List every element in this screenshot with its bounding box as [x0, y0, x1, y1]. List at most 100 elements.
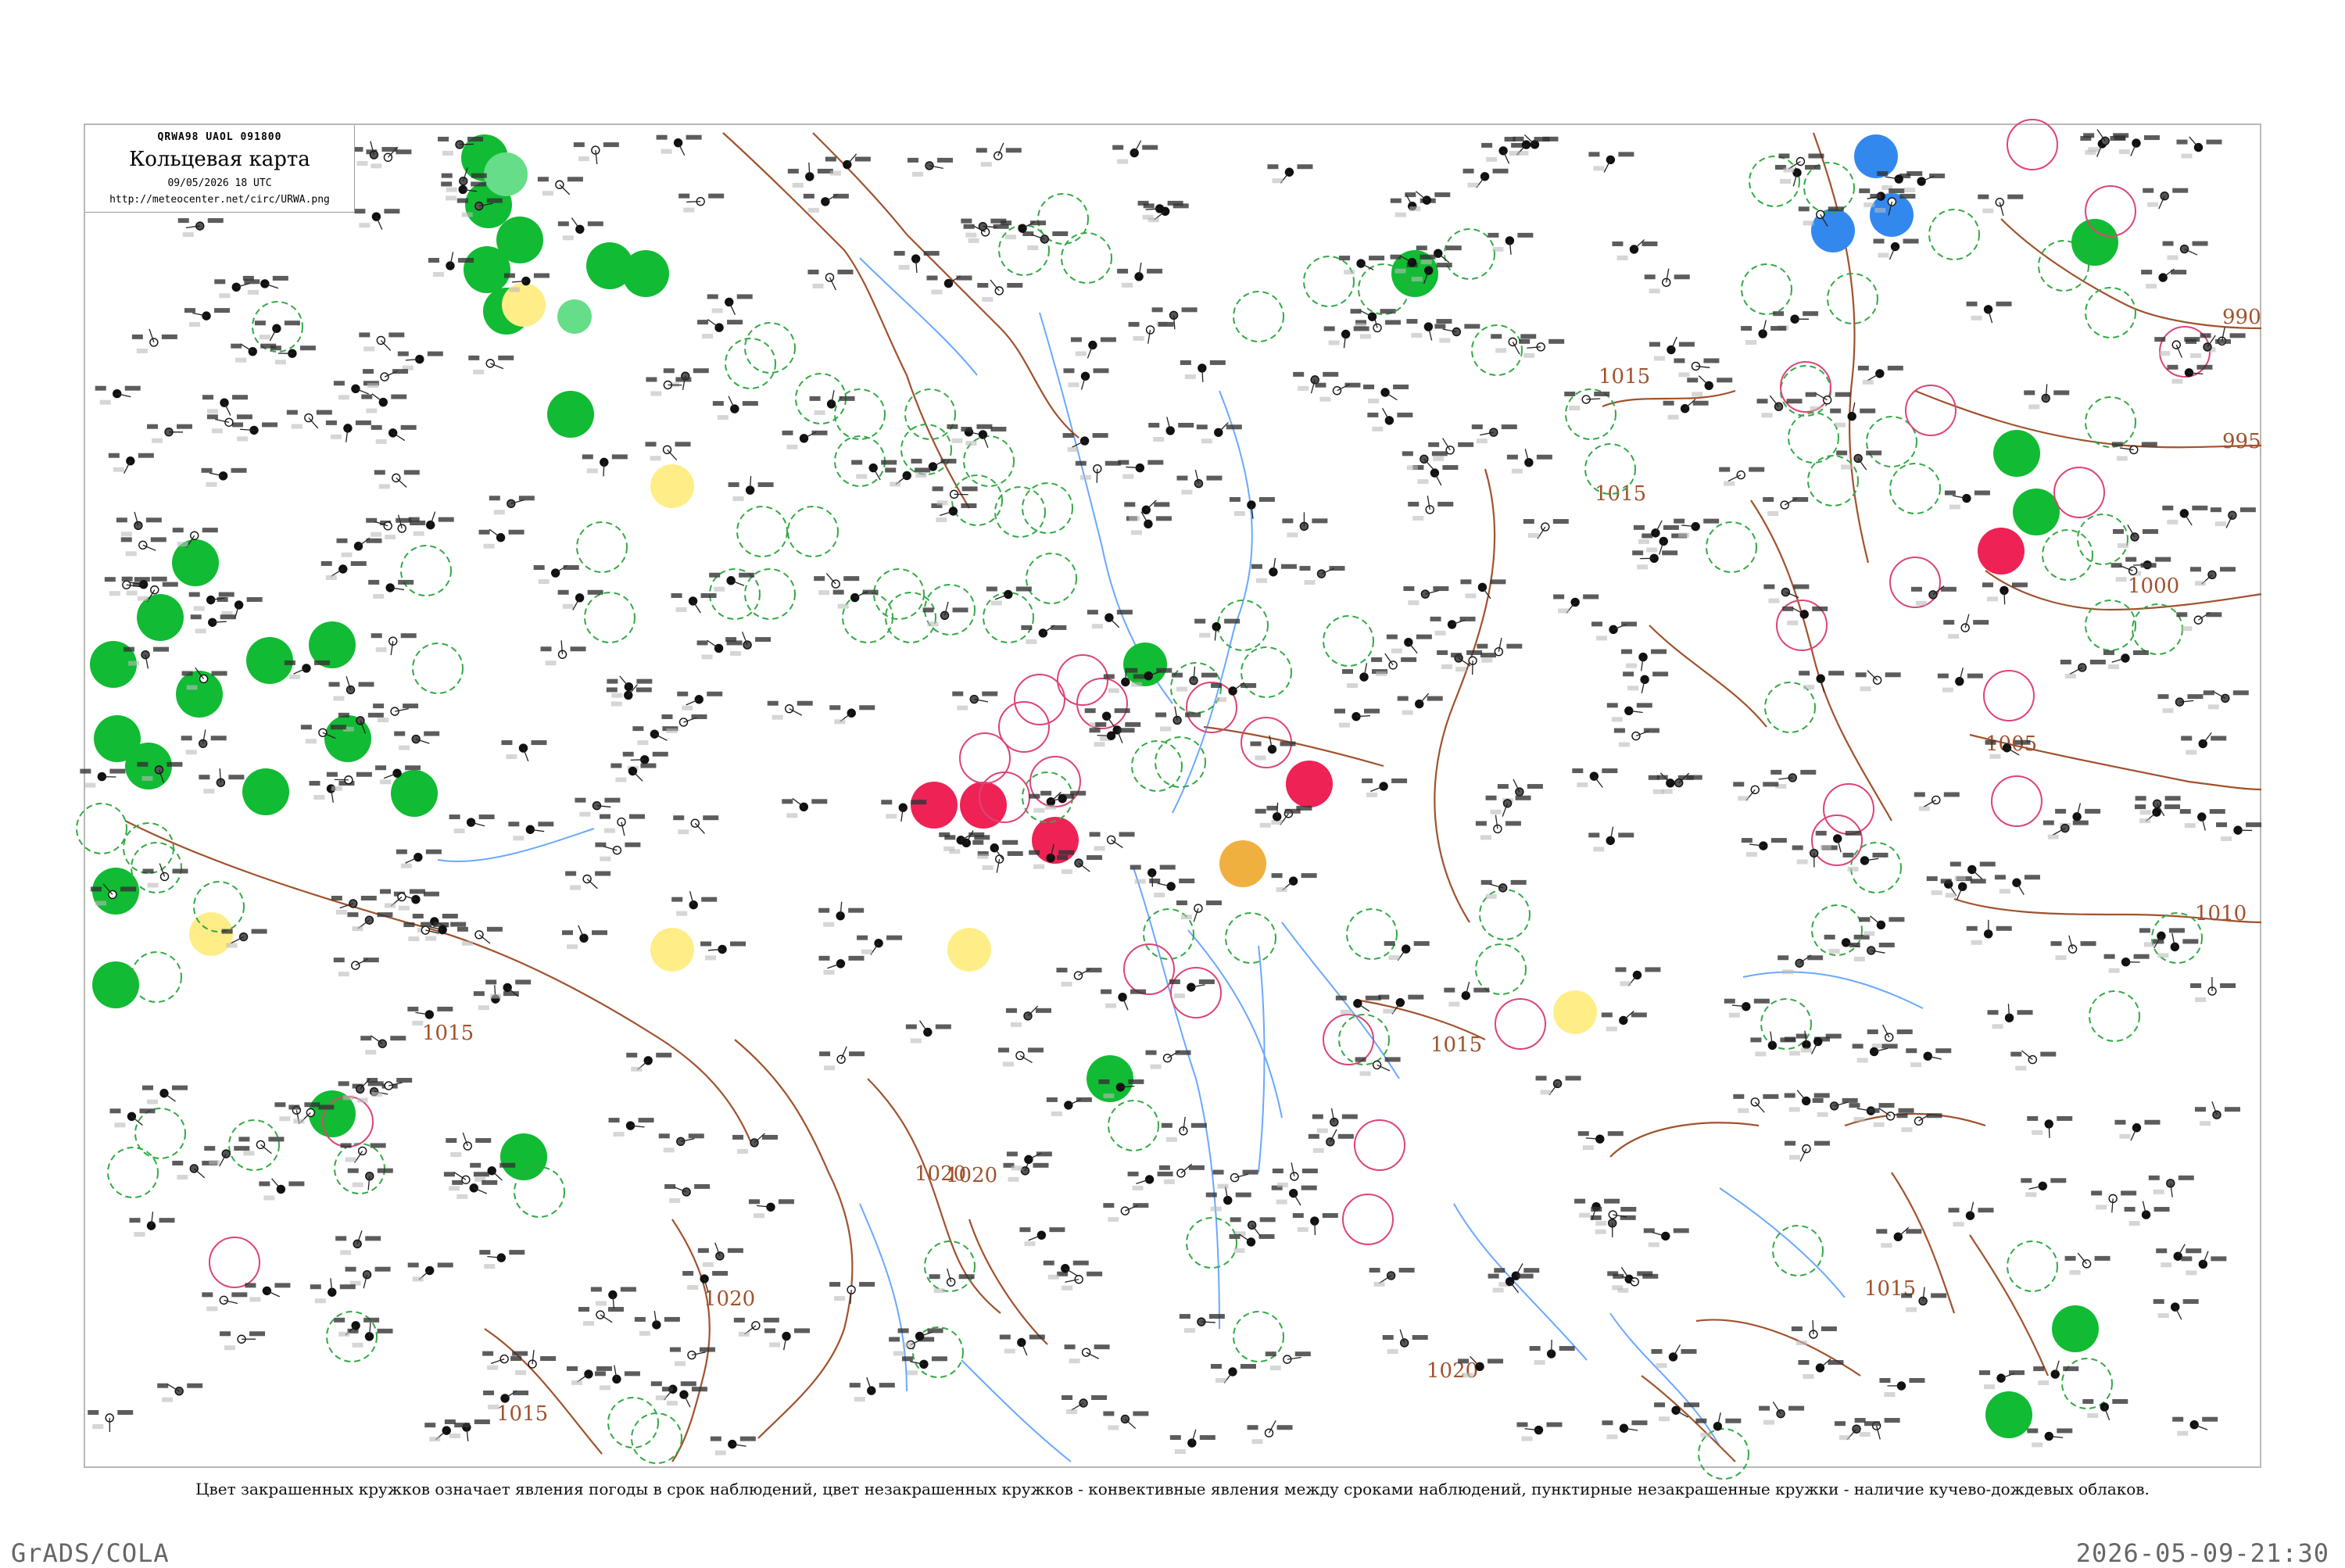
station-plot: [1742, 838, 1787, 857]
station-plot: [147, 424, 192, 443]
convective-open-ring: [1015, 675, 1065, 725]
station-plot: [818, 956, 864, 975]
station-plot: [1835, 1421, 1880, 1440]
cb-dashed-ring: [585, 592, 635, 643]
station-plot: [363, 369, 408, 388]
station-plot: [732, 1133, 778, 1154]
station-plot: [1056, 968, 1101, 986]
station-plot: [1169, 979, 1215, 998]
precip-filled-circle: [242, 768, 289, 815]
isobar-label: 1020: [915, 1162, 966, 1186]
station-plot: [352, 141, 397, 166]
station-plot: [310, 1278, 356, 1303]
station-plot: [1978, 195, 2023, 216]
station-plot: [1071, 337, 1116, 358]
station-plot: [1176, 470, 1222, 495]
cb-dashed-ring: [1233, 292, 1283, 342]
station-plot: [468, 356, 514, 374]
station-plot: [931, 503, 976, 522]
map-datetime: 09/05/2026 18 UTC: [85, 177, 354, 189]
station-plot: [398, 352, 443, 371]
cb-dashed-ring: [1765, 682, 1815, 732]
station-plot: [1741, 320, 1786, 345]
isobar-label: 1010: [2195, 902, 2247, 925]
station-plot: [178, 218, 224, 237]
station-plot: [1299, 566, 1344, 585]
station-plot: [508, 822, 553, 840]
precip-filled-circle: [464, 246, 510, 293]
precip-filled-circle: [500, 1133, 547, 1180]
map-title: Кольцевая карта: [85, 148, 354, 171]
station-plot: [1719, 467, 1764, 486]
station-plot: [204, 1146, 249, 1166]
station-plot: [1536, 1076, 1581, 1095]
station-plot: [1914, 792, 1960, 811]
station-plot: [1906, 1048, 1951, 1067]
isobar-label: 1020: [1427, 1359, 1478, 1383]
cb-dashed-ring: [1218, 600, 1268, 650]
station-plot: [489, 496, 535, 514]
station-plot: [1507, 449, 1552, 473]
yellow-filled-circle: [502, 283, 546, 327]
station-plot: [1816, 831, 1861, 852]
convective-open-ring: [1077, 678, 1127, 729]
cb-dashed-ring: [905, 389, 955, 439]
station-plot: [2153, 1299, 2199, 1319]
station-plot: [1180, 1314, 1225, 1333]
station-plot: [1006, 1006, 1051, 1027]
cb-dashed-ring: [229, 1120, 279, 1170]
cb-dashed-ring: [1155, 737, 1205, 787]
station-plot: [326, 421, 371, 442]
station-plot: [2141, 269, 2186, 288]
station-plot: [116, 512, 162, 536]
station-plot: [191, 614, 236, 633]
station-plot: [1615, 967, 1660, 986]
station-plot: [1371, 653, 1416, 676]
cb-dashed-ring: [1108, 1101, 1158, 1151]
station-plot: [558, 218, 603, 241]
station-plot: [1405, 192, 1450, 211]
station-plot: [929, 1269, 975, 1293]
station-plot: [1412, 465, 1458, 485]
rivers: [438, 258, 1923, 1462]
map-url[interactable]: http://meteocenter.net/circ/URWA.png: [85, 194, 354, 206]
station-plot: [1126, 512, 1172, 535]
convective-open-ring: [1906, 385, 1956, 435]
station-plot: [243, 276, 288, 295]
station-plot: [1149, 879, 1194, 897]
orange-filled-circle: [1219, 840, 1266, 887]
footer-software: GrADS/COLA: [11, 1538, 170, 1568]
station-plot: [626, 1053, 671, 1072]
bulletin-code: QRWA98 UAOL 091800: [85, 131, 354, 143]
cb-dashed-ring: [1812, 905, 1862, 955]
station-plot: [1383, 1330, 1428, 1354]
weather-map[interactable]: 1015 1020 1020 1015 1015 1020 1015 1015 …: [0, 0, 2345, 1563]
station-plot: [562, 925, 607, 949]
station-plot: [2204, 690, 2249, 709]
cb-dashed-ring: [1323, 616, 1373, 666]
station-plot: [1488, 233, 1533, 255]
station-plot: [1118, 460, 1163, 479]
station-plot: [662, 714, 707, 733]
cb-dashed-ring: [1742, 264, 1792, 314]
red-filled-circle: [1286, 761, 1333, 807]
station-plot: [1272, 873, 1317, 892]
station-plot: [202, 395, 248, 415]
station-plot: [906, 1021, 951, 1044]
cb-dashed-ring: [632, 1413, 682, 1463]
station-plot: [578, 1307, 624, 1326]
station-plot: [1351, 309, 1396, 328]
yellow-filled-circle: [1553, 990, 1597, 1034]
cb-dashed-ring: [2132, 604, 2182, 654]
isobars: [125, 133, 2261, 1462]
station-plot: [1176, 900, 1222, 922]
station-plot: [1022, 231, 1068, 250]
blue-filled-circle: [1854, 134, 1898, 178]
station-plot: [1434, 324, 1480, 342]
station-plot: [534, 565, 579, 584]
station-plot: [1491, 334, 1536, 354]
station-plot: [807, 270, 853, 290]
station-plot: [1336, 996, 1381, 1015]
station-plot: [819, 1047, 865, 1071]
station-plot: [2176, 612, 2221, 631]
